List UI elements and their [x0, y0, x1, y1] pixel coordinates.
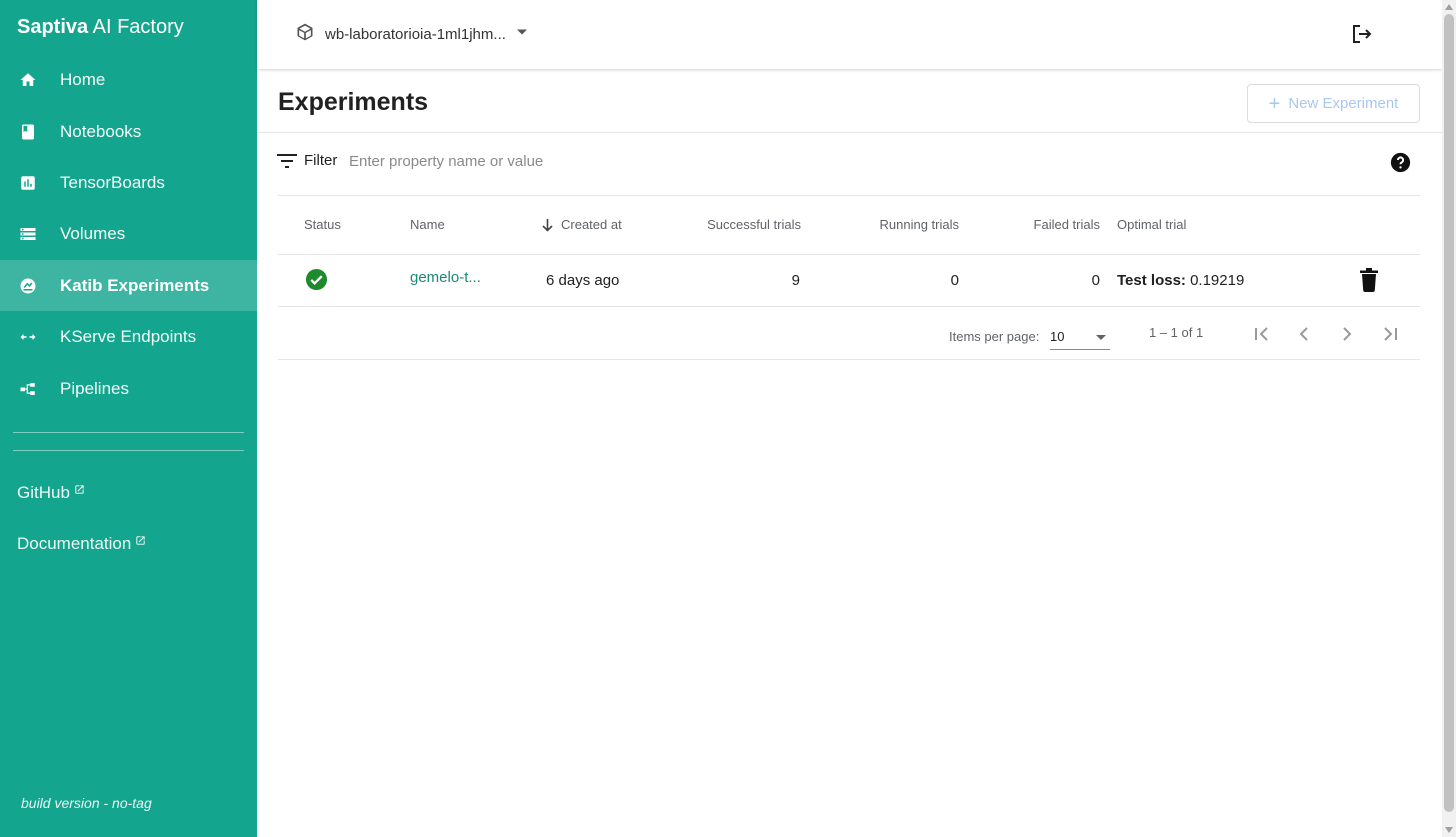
check-circle-icon: [305, 268, 328, 291]
bar-chart-icon: [18, 173, 38, 193]
previous-page-button[interactable]: [1292, 322, 1316, 346]
column-header-optimal-trial[interactable]: Optimal trial: [1117, 217, 1186, 232]
table-row-divider: [278, 306, 1420, 307]
katib-icon: [18, 276, 38, 296]
help-icon[interactable]: [1390, 152, 1411, 173]
scroll-down-arrow[interactable]: [1445, 827, 1453, 833]
running-trials-cell: 0: [950, 272, 959, 289]
sidebar-link-documentation[interactable]: Documentation: [17, 534, 146, 554]
filter-icon: [277, 153, 297, 169]
page-scrollbar[interactable]: [1442, 0, 1456, 837]
column-header-successful-trials[interactable]: Successful trials: [680, 217, 801, 232]
column-header-name[interactable]: Name: [410, 217, 445, 232]
external-link-icon: [74, 480, 85, 500]
last-page-icon: [1384, 327, 1397, 341]
brand-logo[interactable]: Saptiva AI Factory: [17, 14, 184, 40]
sidebar-divider: [13, 450, 244, 451]
title-divider: [257, 132, 1442, 133]
chevron-left-icon: [1299, 327, 1308, 341]
optimal-metric-label: Test loss:: [1117, 272, 1186, 289]
filter-label: Filter: [304, 152, 338, 169]
notebook-icon: [18, 122, 38, 142]
column-header-status[interactable]: Status: [304, 217, 341, 232]
experiment-name-link[interactable]: gemelo-t...: [410, 269, 481, 286]
scroll-thumb[interactable]: [1444, 14, 1454, 812]
chevron-down-icon: [1096, 335, 1106, 340]
sidebar-item-tensorboards[interactable]: TensorBoards: [0, 157, 257, 208]
sidebar-item-notebooks[interactable]: Notebooks: [0, 106, 257, 157]
sidebar-item-label: KServe Endpoints: [60, 326, 197, 346]
brand-name-bold: Saptiva: [17, 16, 89, 38]
sidebar-link-label: GitHub: [17, 483, 70, 502]
optimal-metric-value: 0.19219: [1185, 272, 1245, 289]
namespace-name: wb-laboratorioia-1ml1jhm...: [325, 25, 506, 43]
page-title: Experiments: [278, 88, 429, 116]
logout-button[interactable]: [1350, 22, 1374, 46]
sidebar-item-kserve-endpoints[interactable]: KServe Endpoints: [0, 311, 257, 362]
sidebar-item-label: Home: [60, 69, 106, 89]
sidebar-item-label: Volumes: [60, 223, 126, 243]
next-page-button[interactable]: [1335, 322, 1359, 346]
column-header-failed-trials[interactable]: Failed trials: [1000, 217, 1100, 232]
sidebar-item-katib-experiments[interactable]: Katib Experiments: [0, 260, 257, 311]
home-icon: [18, 70, 38, 90]
arrow-down-icon[interactable]: [541, 218, 554, 232]
cube-icon: [295, 22, 315, 47]
sidebar-item-pipelines[interactable]: Pipelines: [0, 363, 257, 414]
first-page-button[interactable]: [1250, 322, 1274, 346]
sidebar-item-label: Notebooks: [60, 121, 142, 141]
scroll-up-arrow[interactable]: [1445, 4, 1453, 10]
paginator-divider: [278, 359, 1420, 360]
successful-trials-cell: 9: [791, 272, 800, 289]
brand-name-rest: AI Factory: [88, 16, 184, 38]
first-page-icon: [1255, 327, 1268, 341]
sidebar-item-label: Katib Experiments: [60, 275, 210, 295]
delete-button[interactable]: [1359, 268, 1379, 292]
chevron-down-icon: [516, 25, 528, 43]
items-per-page-label: Items per page:: [949, 329, 1040, 344]
plus-icon: +: [1268, 92, 1281, 115]
filter-divider: [278, 195, 1420, 196]
build-version: build version - no-tag: [21, 795, 152, 811]
logout-icon: [1350, 25, 1374, 50]
sidebar-item-label: TensorBoards: [60, 172, 165, 192]
new-experiment-button[interactable]: + New Experiment: [1247, 84, 1420, 123]
chevron-right-icon: [1343, 327, 1352, 341]
created-at-cell: 6 days ago: [546, 272, 620, 289]
last-page-button[interactable]: [1378, 322, 1402, 346]
items-per-page-value: 10: [1050, 329, 1065, 344]
sidebar-item-label: Pipelines: [60, 378, 129, 398]
pipeline-icon: [18, 379, 38, 399]
optimal-trial-cell: Test loss: 0.19219: [1117, 272, 1244, 289]
swap-horizontal-icon: [18, 327, 38, 347]
sidebar-divider: [13, 432, 244, 433]
column-header-created-at[interactable]: Created at: [561, 217, 622, 232]
top-bar: wb-laboratorioia-1ml1jhm...: [257, 0, 1442, 69]
column-header-running-trials[interactable]: Running trials: [840, 217, 960, 232]
namespace-selector[interactable]: wb-laboratorioia-1ml1jhm...: [295, 22, 528, 46]
sidebar-link-github[interactable]: GitHub: [17, 483, 85, 503]
external-link-icon: [135, 531, 146, 551]
failed-trials-cell: 0: [1091, 272, 1100, 289]
page-range-label: 1 – 1 of 1: [1149, 325, 1204, 340]
sidebar-item-home[interactable]: Home: [0, 54, 257, 105]
filter-input[interactable]: [349, 150, 1049, 172]
sidebar-link-label: Documentation: [17, 534, 132, 553]
sidebar-item-volumes[interactable]: Volumes: [0, 208, 257, 259]
items-per-page-select[interactable]: 10: [1050, 325, 1110, 350]
new-experiment-label: New Experiment: [1288, 95, 1399, 112]
storage-icon: [18, 224, 38, 244]
table-header-divider: [278, 254, 1420, 255]
sidebar: Saptiva AI Factory Home Notebooks Tensor…: [0, 0, 257, 837]
